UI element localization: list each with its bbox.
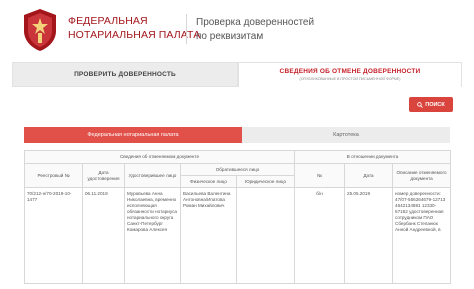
col-cancel-date: Дата <box>344 163 394 188</box>
subtitle-line-2: по реквизитам <box>196 31 264 42</box>
tab-cancellation-sublabel: (ОПУБЛИКОВАННЫЕ В ПРОСТОЙ ПИСЬМЕННОЙ ФОР… <box>299 77 401 81</box>
tab-fnp[interactable]: Федеральная нотариальная палата <box>24 127 242 143</box>
table-row[interactable]: 70/212-н/70-2019-10-1477 06.11.2019 Мура… <box>24 187 452 284</box>
cell-certifier: Муравьева Анна Николаевна, временно испо… <box>124 187 181 284</box>
tab-cancellation-info[interactable]: СВЕДЕНИЯ ОБ ОТМЕНЕ ДОВЕРЕННОСТИ (ОПУБЛИК… <box>238 62 462 87</box>
subtitle-line-1: Проверка доверенностей <box>196 17 315 28</box>
brand-line-2: НОТАРИАЛЬНАЯ ПАЛАТА <box>68 29 201 41</box>
cell-number: б/н <box>294 187 346 284</box>
main-tabs: ПРОВЕРИТЬ ДОВЕРЕННОСТЬ СВЕДЕНИЯ ОБ ОТМЕН… <box>12 62 462 87</box>
brand-name[interactable]: ФЕДЕРАЛЬНАЯ НОТАРИАЛЬНАЯ ПАЛАТА <box>68 14 200 42</box>
tab-card-index[interactable]: Картотека <box>242 127 450 143</box>
cell-cancel-date: 25.05.2019 <box>344 187 394 284</box>
tab-check-trust-label: ПРОВЕРИТЬ ДОВЕРЕННОСТЬ <box>74 71 176 78</box>
search-button[interactable]: ПОИСК <box>409 97 453 112</box>
cell-individual: Васильева Валентина Антоновна/Ипатова Ро… <box>180 187 237 284</box>
header-group-trust: В отношении документа <box>294 150 452 164</box>
col-legal-entity: Юридическое лицо <box>235 175 296 188</box>
source-tabs: Федеральная нотариальная палата Картотек… <box>24 127 450 143</box>
page-subtitle: Проверка доверенностей по реквизитам <box>196 16 314 44</box>
col-certifier: Удостоверившее лицо <box>124 163 181 188</box>
brand-line-1: ФЕДЕРАЛЬНАЯ <box>68 15 148 27</box>
header-divider <box>186 14 187 44</box>
cell-reg-number: 70/212-н/70-2019-10-1477 <box>24 187 83 284</box>
col-description: Описание отменяемого документа <box>392 163 452 188</box>
col-individual: Физическое лицо <box>180 175 237 188</box>
cell-description: номер доверенности: 47/07-556264679-1271… <box>392 187 452 284</box>
header-group-document: Сведения об отменяемом документе <box>23 150 296 164</box>
cell-legal-entity <box>235 187 296 284</box>
col-number: № <box>294 163 346 188</box>
tab-check-trust[interactable]: ПРОВЕРИТЬ ДОВЕРЕННОСТЬ <box>12 62 238 87</box>
tab-cancellation-label: СВЕДЕНИЯ ОБ ОТМЕНЕ ДОВЕРЕННОСТИ <box>279 68 421 75</box>
cell-cert-date: 06.11.2019 <box>82 187 125 284</box>
results-table: Сведения об отменяемом документе В отнош… <box>23 150 452 284</box>
header-group-applicant: Обратившееся лицо <box>179 163 296 176</box>
col-reg-number: Реестровый № <box>24 163 83 188</box>
col-cert-date: Дата удостоверения <box>82 163 125 188</box>
fnp-emblem-icon[interactable] <box>20 7 60 53</box>
search-icon <box>417 101 424 108</box>
search-button-label: ПОИСК <box>425 101 445 108</box>
site-header: ФЕДЕРАЛЬНАЯ НОТАРИАЛЬНАЯ ПАЛАТА Проверка… <box>0 0 474 58</box>
